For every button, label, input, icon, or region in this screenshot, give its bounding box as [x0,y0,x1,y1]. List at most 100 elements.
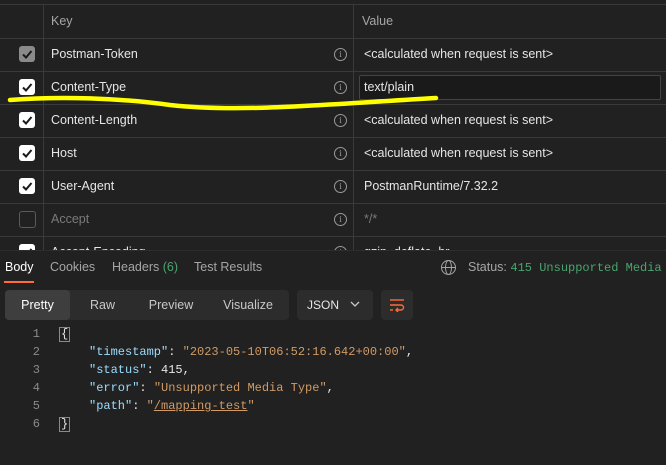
format-select-value: JSON [307,298,340,312]
header-value-text: text/plain [364,80,415,94]
code-text: "path": "/mapping-test" [89,399,255,413]
header-enabled-checkbox[interactable] [19,79,35,95]
view-mode-raw[interactable]: Raw [70,290,135,320]
header-value-input[interactable]: text/plain [359,75,661,100]
view-mode-preview[interactable]: Preview [135,290,207,320]
line-number: 3 [32,363,40,377]
wrap-lines-button[interactable] [381,290,413,320]
checkmark-icon [22,182,33,191]
json-brace: } [59,417,71,432]
header-value-cell[interactable]: <calculated when request is sent> [354,137,666,170]
header-key-cell[interactable]: Content-Length i [43,104,354,137]
header-row: Content-Length i <calculated when request … [0,104,666,138]
json-key: "timestamp" [89,345,169,359]
headers-table-header: Key Value [0,4,666,39]
response-tabs-bar: Body Cookies Headers (6) Test Results St… [0,250,666,283]
header-value-text: */* [364,212,378,226]
info-icon[interactable]: i [334,213,347,226]
header-row-check-cell [0,236,44,250]
info-icon[interactable]: i [334,114,347,127]
header-value-cell[interactable]: PostmanRuntime/7.32.2 [354,170,666,203]
header-row: User-Agent i PostmanRuntime/7.32.2 [0,170,666,204]
header-key-text: Accept [51,212,90,226]
json-key: "error" [89,381,140,395]
active-tab-indicator [4,281,34,283]
checkmark-icon [22,50,33,59]
headers-count-badge: (6) [162,260,179,274]
chevron-down-icon [350,301,360,307]
header-value-cell[interactable]: <calculated when request is sent> [354,104,666,137]
header-key-cell[interactable]: Content-Type i [43,71,354,104]
line-number: 6 [32,417,40,431]
header-key-cell[interactable]: Host i [43,137,354,170]
header-row-check-cell [0,38,44,71]
header-value-cell[interactable]: <calculated when request is sent> [354,38,666,71]
header-row: Content-Type i text/plain [0,71,666,105]
line-number: 1 [32,327,40,341]
tab-body[interactable]: Body [5,260,34,274]
response-body-code[interactable]: 1{2 "timestamp": "2023-05-10T06:52:16.642… [0,325,666,465]
view-mode-pretty[interactable]: Pretty [5,290,70,320]
info-icon[interactable]: i [334,81,347,94]
json-comma: , [405,345,414,359]
header-key-cell[interactable]: Postman-Token i [43,38,354,71]
code-text: } [59,417,71,432]
code-line: 2 "timestamp": "2023-05-10T06:52:16.642+0… [0,345,666,363]
header-row-check-cell [0,203,44,236]
code-text: "status": 415, [89,363,190,377]
line-number: 5 [32,399,40,413]
key-column-header: Key [43,5,354,38]
checkmark-icon [22,83,33,92]
header-enabled-checkbox[interactable] [19,178,35,194]
header-enabled-checkbox[interactable] [19,112,35,128]
tab-cookies[interactable]: Cookies [50,260,95,274]
response-body-toolbar: Pretty Raw Preview Visualize JSON [0,285,666,325]
json-value: "Unsupported Media Type" [153,381,327,395]
header-row: Postman-Token i <calculated when request i… [0,38,666,72]
header-value-cell[interactable]: */* [354,203,666,236]
code-line: 5 "path": "/mapping-test" [0,399,666,417]
tab-headers-label: Headers [112,260,160,274]
json-comma: , [326,381,334,395]
code-line: 3 "status": 415, [0,363,666,381]
header-key-cell[interactable]: Accept i [43,203,354,236]
view-mode-visualize[interactable]: Visualize [210,290,286,320]
key-column-label: Key [51,14,73,28]
header-key-cell[interactable]: Accept-Encodingi [43,236,354,250]
globe-icon[interactable] [441,260,456,275]
info-icon[interactable]: i [334,147,347,160]
header-value-text: <calculated when request is sent> [364,113,554,127]
code-text: "timestamp": "2023-05-10T06:52:16.642+00… [89,345,414,359]
header-row-check-cell [0,104,44,137]
json-value: "2023-05-10T06:52:16.642+00:00" [182,345,406,359]
wrap-lines-icon [390,299,405,312]
header-row-check-cell [0,170,44,203]
code-text: { [59,327,71,342]
header-key-text: Host [51,146,77,160]
header-value-text: <calculated when request is sent> [364,47,554,61]
json-quote: " [146,399,154,413]
tab-test-results[interactable]: Test Results [194,260,262,274]
header-key-cell[interactable]: User-Agent i [43,170,354,203]
info-icon[interactable]: i [334,48,347,61]
header-row-check-cell [0,71,44,104]
header-value-cell[interactable]: text/plain [354,71,666,104]
header-row: Host i <calculated when request is sent> [0,137,666,171]
info-icon[interactable]: i [334,180,347,193]
header-enabled-checkbox [19,46,35,62]
status-code[interactable]: 415 Unsupported Media Type [510,261,666,275]
header-enabled-checkbox[interactable] [19,211,36,228]
code-line: 4 "error": "Unsupported Media Type", [0,381,666,399]
format-select[interactable]: JSON [297,290,373,320]
header-enabled-checkbox[interactable] [19,145,35,161]
json-quote: " [247,399,255,413]
json-value: 415 [161,363,183,377]
header-row: Accept-Encodingigzip, deflate, br [0,236,666,250]
tab-headers[interactable]: Headers (6) [112,260,178,274]
view-mode-segmented-control: Pretty Raw Preview Visualize [5,290,289,320]
value-column-header: Value [354,5,666,38]
header-value-cell[interactable]: gzip, deflate, br [354,236,666,250]
path-link[interactable]: /mapping-test [154,399,248,413]
header-key-text: Content-Type [51,80,127,94]
code-line: 1{ [0,327,666,345]
